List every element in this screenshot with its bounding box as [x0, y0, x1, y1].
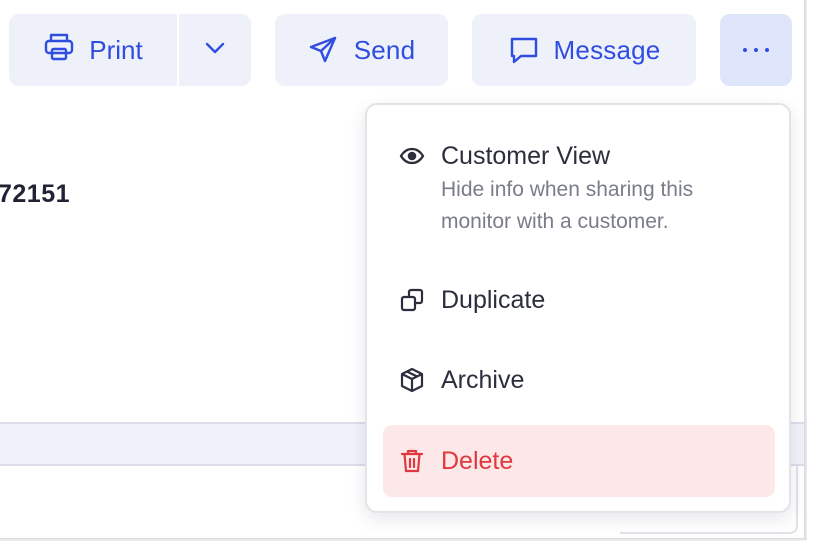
- send-button[interactable]: Send: [275, 14, 448, 86]
- menu-item-duplicate[interactable]: Duplicate: [383, 285, 775, 319]
- menu-item-customer-view[interactable]: Customer View Hide info when sharing thi…: [383, 141, 775, 241]
- customer-view-description-line1: Hide info when sharing this: [441, 178, 694, 201]
- page-bottom-edge: [0, 538, 806, 541]
- trash-icon: [399, 448, 425, 474]
- message-label: Message: [553, 34, 661, 65]
- paper-plane-icon: [308, 36, 338, 64]
- record-number: 72151: [0, 180, 71, 208]
- menu-item-archive[interactable]: Archive: [383, 365, 775, 399]
- more-options-button[interactable]: [720, 14, 792, 86]
- print-label: Print: [89, 34, 143, 65]
- message-button[interactable]: Message: [472, 14, 696, 86]
- customer-view-description-line2: monitor with a customer.: [441, 210, 669, 233]
- customer-view-title: Customer View: [441, 142, 611, 170]
- print-button[interactable]: Print: [9, 14, 177, 86]
- duplicate-label: Duplicate: [441, 286, 546, 314]
- print-split-button: Print: [9, 14, 251, 86]
- app-frame: Print Send Message 72151 Customer View H…: [0, 0, 826, 554]
- copy-icon: [399, 287, 425, 313]
- delete-label: Delete: [441, 447, 514, 475]
- send-label: Send: [353, 34, 416, 65]
- ellipsis-icon: [743, 48, 769, 52]
- box-icon: [399, 367, 425, 393]
- chevron-down-icon: [205, 41, 225, 59]
- eye-icon: [399, 143, 425, 169]
- print-options-button[interactable]: [179, 14, 251, 86]
- menu-item-delete[interactable]: Delete: [383, 425, 775, 497]
- archive-label: Archive: [441, 366, 525, 394]
- printer-icon: [43, 32, 75, 69]
- more-options-menu: Customer View Hide info when sharing thi…: [365, 103, 791, 513]
- page-edge: [804, 0, 807, 540]
- chat-bubble-icon: [508, 35, 540, 65]
